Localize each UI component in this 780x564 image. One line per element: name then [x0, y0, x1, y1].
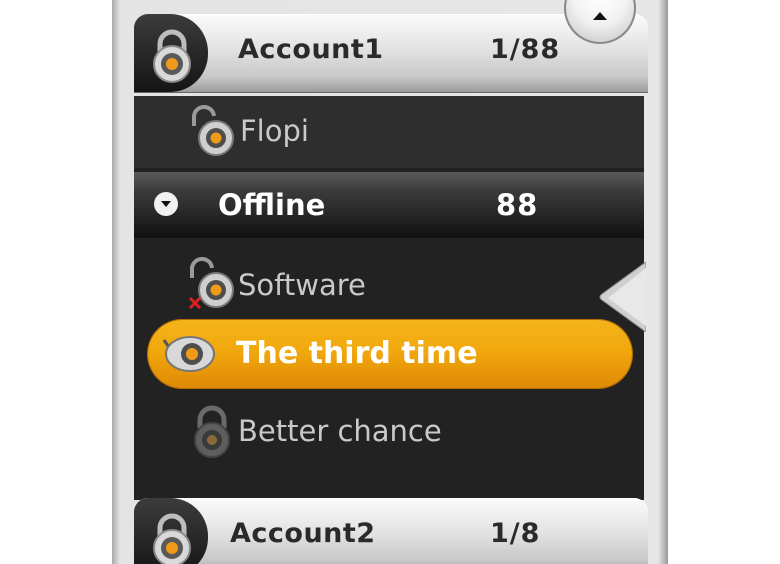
contact-list-window: Account1 1/88 Flopi Offline 88 Software [112, 0, 668, 564]
account-header-2[interactable]: Account2 1/8 [134, 498, 648, 564]
padlock-account-icon [153, 29, 191, 83]
chevron-down-icon[interactable] [154, 192, 178, 216]
account-count: 1/8 [490, 518, 541, 549]
account-name: Account1 [238, 34, 384, 65]
chevron-up-icon [593, 12, 607, 20]
contact-row-flopi[interactable]: Flopi [134, 96, 644, 168]
padlock-open-icon [162, 336, 215, 372]
contact-name: Software [238, 268, 366, 302]
padlock-open-blocked-icon [188, 257, 234, 310]
account-name: Account2 [230, 518, 376, 549]
contact-name: The third time [236, 336, 478, 371]
padlock-account-icon [153, 513, 191, 564]
padlock-closed-icon [194, 405, 230, 458]
contact-row-the-third-time[interactable]: The third time [148, 320, 632, 388]
group-header-offline[interactable]: Offline 88 [134, 172, 644, 238]
group-name: Offline [218, 188, 326, 222]
account-icon-container [134, 14, 208, 92]
contact-name: Flopi [240, 114, 309, 148]
account-count: 1/88 [490, 34, 561, 65]
contact-row-software[interactable]: Software [134, 250, 644, 322]
group-count: 88 [496, 188, 539, 222]
account-icon-container [134, 498, 208, 564]
contact-name: Better chance [238, 414, 442, 448]
padlock-open-icon [191, 105, 234, 156]
contact-row-better-chance[interactable]: Better chance [134, 396, 644, 468]
